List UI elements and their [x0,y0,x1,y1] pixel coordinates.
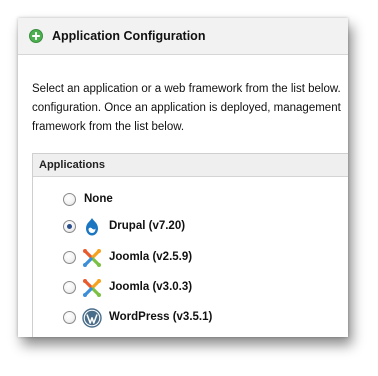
drupal-icon [86,218,98,236]
app-label-none: None [84,193,113,205]
app-option-drupal[interactable]: Drupal (v7.20) [33,216,333,238]
app-label-joomla-303: Joomla (v3.0.3) [109,281,193,293]
applications-header: Applications [33,154,348,177]
app-option-joomla-303[interactable]: Joomla (v3.0.3) [33,277,333,299]
joomla-icon [83,249,101,267]
applications-list: Applications None Drupal (v7.20) Joomla … [32,153,348,337]
radio-none[interactable] [63,193,76,206]
app-label-wordpress: WordPress (v3.5.1) [109,311,213,323]
radio-joomla-259[interactable] [63,251,76,264]
description-line: configuration. Once an application is de… [32,102,341,114]
radio-joomla-303[interactable] [63,281,76,294]
add-circle-icon [29,29,43,43]
wordpress-icon [82,308,102,328]
app-label-drupal: Drupal (v7.20) [109,220,186,232]
app-option-joomla-259[interactable]: Joomla (v2.5.9) [33,247,333,269]
radio-drupal[interactable] [63,220,76,233]
description-line: framework from the list below. [32,121,185,133]
panel-header: Application Configuration [18,18,348,55]
app-option-wordpress[interactable]: WordPress (v3.5.1) [33,307,333,329]
panel-description: Select an application or a web framework… [32,80,348,137]
radio-wordpress[interactable] [63,311,76,324]
description-line: Select an application or a web framework… [32,83,341,95]
joomla-icon [83,279,101,297]
app-label-joomla-259: Joomla (v2.5.9) [109,251,193,263]
app-option-none[interactable]: None [33,189,333,211]
panel-title: Application Configuration [52,29,206,43]
application-configuration-panel: Application Configuration Select an appl… [18,18,348,337]
